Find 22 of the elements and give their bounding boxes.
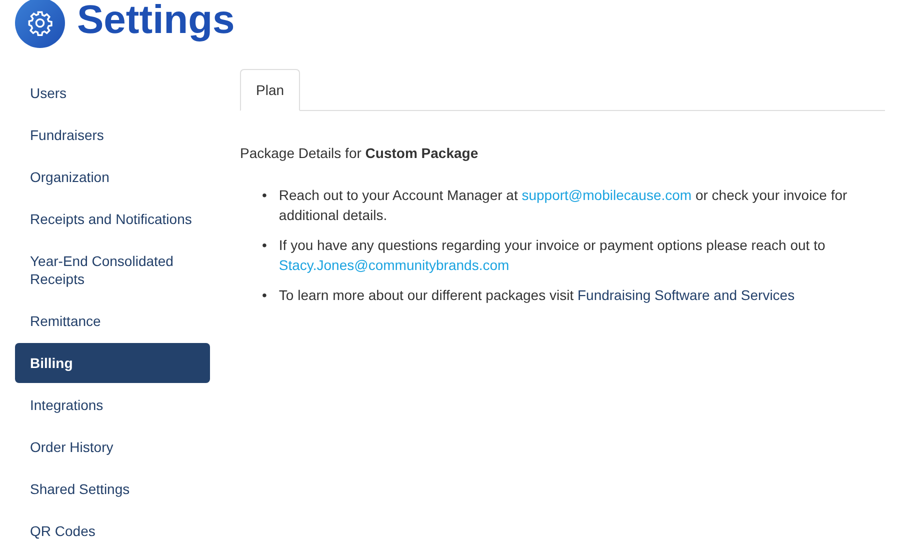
- sidebar-item[interactable]: Remittance: [15, 301, 210, 341]
- settings-icon: [15, 0, 65, 48]
- plan-tab[interactable]: Plan: [240, 69, 300, 111]
- bullet-text: Reach out to your Account Manager at support@mobilecause.com or check your invoice for additional details.: [278, 186, 848, 225]
- sidebar-item[interactable]: Order History: [15, 427, 210, 467]
- bullet-text: To learn more about our different packages visit Fundraising Software and Services: [278, 286, 795, 305]
- sidebar-item[interactable]: Users: [15, 73, 210, 113]
- sidebar-item[interactable]: QR Codes: [15, 511, 210, 544]
- sidebar-item[interactable]: Year-End Consolidated Receipts: [15, 241, 210, 299]
- bullet-marker: •: [262, 186, 267, 205]
- package-details: Package Details for Custom Package: [240, 144, 480, 163]
- sidebar-item[interactable]: Fundraisers: [15, 115, 210, 155]
- sidebar-item[interactable]: Receipts and Notifications: [15, 199, 210, 239]
- sidebar-item[interactable]: Organization: [15, 157, 210, 197]
- bullet-marker: •: [262, 286, 267, 305]
- page-title: Settings: [77, 0, 235, 44]
- sidebar-item[interactable]: Integrations: [15, 385, 210, 425]
- bullet-marker: •: [262, 236, 267, 255]
- bullet-text: If you have any questions regarding your invoice or payment options please reach out to Stacy.Jones@communitybrands.com: [278, 236, 826, 275]
- sidebar-item[interactable]: Shared Settings: [15, 469, 210, 509]
- sidebar-item[interactable]: Billing: [15, 343, 210, 383]
- page-link[interactable]: Fundraising Software and Services: [577, 287, 795, 303]
